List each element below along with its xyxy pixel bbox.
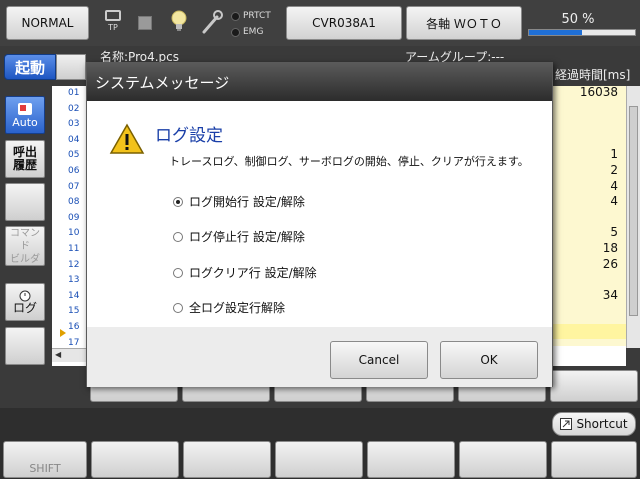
elapsed-time-cell: 4 (610, 194, 618, 209)
option-log-start[interactable]: ログ開始行 設定/解除 (173, 193, 305, 210)
elapsed-time-cell: 1 (610, 147, 618, 162)
wrench-icon (202, 10, 223, 34)
command-builder-button[interactable]: コマンド ビルダ (5, 226, 45, 266)
dialog-body: ログ設定 トレースログ、制御ログ、サーボログの開始、停止、クリアが行えます。 ロ… (87, 101, 552, 327)
line-number-column: 01 02 03 04 05 06 07 08 09 10 11 12 13 14 15 16 17 (52, 86, 86, 348)
command-label-2: ビルダ (10, 253, 40, 265)
elapsed-time-cell: 5 (610, 225, 618, 240)
radio-log-clear[interactable] (173, 267, 183, 278)
shortcut-icon (560, 418, 573, 430)
line-number: 07 (68, 181, 80, 192)
line-number: 09 (68, 212, 80, 223)
auto-button[interactable]: Auto (5, 96, 45, 134)
line-number: 06 (68, 166, 80, 176)
fkey-bottom-3[interactable] (183, 441, 271, 478)
shortcut-label: Shortcut (576, 417, 628, 431)
empty-side-button-2[interactable] (5, 327, 45, 365)
axis-mode-button[interactable]: 各軸 ＷＯＴＯ (406, 6, 522, 40)
prtct-label: PRTCT (243, 11, 271, 21)
elapsed-time-cell: 2 (610, 163, 618, 177)
line-number: 15 (68, 306, 80, 317)
vertical-scrollbar[interactable] (626, 86, 640, 348)
command-label-1: コマンド (10, 227, 40, 252)
progress-bar (528, 29, 636, 36)
line-number: 01 (68, 88, 80, 98)
radio-clear-all[interactable] (173, 302, 183, 313)
dialog-heading: ログ設定 (155, 126, 223, 146)
line-number: 14 (68, 290, 80, 301)
elapsed-time-cell: 4 (610, 178, 618, 193)
elapsed-time-cell: 18 (602, 241, 618, 255)
radio-log-stop[interactable] (173, 231, 183, 242)
log-button[interactable]: ログ (5, 283, 45, 321)
dialog-footer: Cancel OK (87, 327, 552, 387)
log-label: ログ (12, 300, 37, 315)
cancel-button[interactable]: Cancel (330, 341, 428, 379)
progress-text: 50 % (561, 12, 595, 27)
option-log-clear-label: ログクリア行 設定/解除 (189, 266, 317, 280)
recall-history-button[interactable]: 呼出 履歴 (5, 140, 45, 178)
line-number: 08 (68, 197, 80, 208)
line-number: 11 (68, 244, 80, 254)
option-clear-all-label: 全ログ設定行解除 (189, 301, 286, 315)
shift-button[interactable]: SHIFT (3, 441, 87, 478)
line-number: 05 (68, 150, 80, 161)
start-button[interactable]: 起動 (4, 54, 56, 80)
elapsed-time-cell: 16038 (579, 85, 618, 99)
line-number: 02 (68, 103, 80, 114)
mode-normal-button[interactable]: NORMAL (6, 6, 89, 40)
radio-log-start[interactable] (173, 196, 183, 207)
line-number: 17 (68, 337, 80, 348)
option-log-start-label: ログ開始行 設定/解除 (189, 195, 305, 209)
lightbulb-icon (171, 10, 187, 31)
top-bar: NORMAL TP PRTCT EMG CVR038A1 各軸 ＷＯＴＯ 50 … (0, 0, 640, 46)
stop-square-icon (138, 16, 152, 30)
current-line-highlight (552, 324, 626, 339)
option-log-stop[interactable]: ログ停止行 設定/解除 (173, 228, 305, 245)
fkey-bottom-5[interactable] (367, 441, 455, 478)
emg-label: EMG (243, 27, 264, 37)
fkey-bottom-4[interactable] (275, 441, 363, 478)
fkey-bottom-7[interactable] (551, 441, 637, 478)
scroll-left-icon[interactable]: ◀ (55, 350, 61, 359)
warning-icon (109, 123, 145, 154)
auto-icon (18, 102, 32, 115)
dialog-title: システムメッセージ (87, 63, 552, 101)
teach-pendant-icon: TP (103, 10, 123, 38)
line-number: 12 (68, 259, 80, 270)
fkey-bottom-2[interactable] (91, 441, 179, 478)
line-number: 03 (68, 119, 80, 130)
elapsed-time-cell: 34 (602, 287, 618, 302)
auto-label: Auto (12, 115, 38, 129)
system-message-dialog: システムメッセージ ログ設定 トレースログ、制御ログ、サーボログの開始、停止、ク… (86, 62, 553, 387)
vertical-scroll-thumb[interactable] (629, 106, 638, 316)
empty-side-button[interactable] (5, 183, 45, 221)
emg-led-icon (231, 28, 240, 37)
ok-button[interactable]: OK (440, 341, 538, 379)
line-number: 10 (68, 228, 80, 239)
elapsed-time-column: 16038 1 2 4 4 5 18 26 34 (552, 85, 626, 346)
line-number: 04 (68, 134, 80, 145)
dialog-description: トレースログ、制御ログ、サーボログの開始、停止、クリアが行えます。 (169, 155, 529, 168)
fkey-top-6[interactable] (550, 370, 638, 402)
option-log-stop-label: ログ停止行 設定/解除 (189, 230, 305, 244)
line-number: 16 (68, 322, 80, 332)
shift-label: SHIFT (29, 462, 61, 475)
line-number: 13 (68, 275, 80, 286)
option-log-clear[interactable]: ログクリア行 設定/解除 (173, 264, 317, 281)
tp-label: TP (108, 23, 118, 32)
option-clear-all[interactable]: 全ログ設定行解除 (173, 299, 285, 316)
prtct-led-icon (231, 12, 240, 21)
shortcut-button[interactable]: Shortcut (552, 412, 636, 436)
controller-button[interactable]: CVR038A1 (286, 6, 402, 40)
progress-bar-fill (529, 30, 582, 35)
elapsed-time-header: 経過時間[ms] (555, 68, 631, 82)
start-toggle-button[interactable] (56, 54, 86, 80)
elapsed-time-cell: 26 (602, 256, 618, 271)
current-line-marker-icon (60, 329, 66, 337)
recall-label-2: 履歴 (12, 158, 37, 172)
fkey-bottom-6[interactable] (459, 441, 547, 478)
log-icon (19, 290, 31, 301)
